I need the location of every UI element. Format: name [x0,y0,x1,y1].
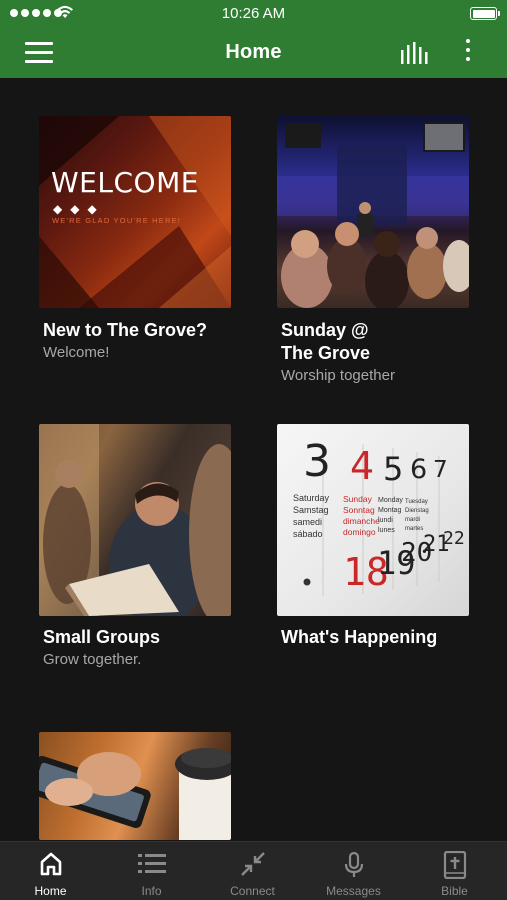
small-groups-photo[interactable] [39,424,231,616]
microphone-icon [344,851,363,877]
welcome-headline: WELCOME [51,166,199,199]
calendar-day-monday: Monday Montag lundi lunes [378,497,403,534]
calendar-number-4: 4 [350,444,375,488]
connect-icon [240,852,265,876]
page-title: Home [225,41,282,63]
calendar-number-3: 3 [303,436,331,487]
tab-label-info: Info [141,884,162,898]
tile-subtitle: Welcome! [43,344,110,361]
more-options-icon[interactable] [462,39,474,67]
audio-bars-icon[interactable] [400,42,430,64]
worship-photo[interactable] [277,116,469,308]
tab-messages[interactable]: Messages [303,842,404,900]
tab-label-connect: Connect [230,884,275,898]
home-screen: 10:26 AM Home WELCOME ◆◆◆ WE'RE GLAD YOU… [0,0,507,900]
calendar-number-22: 22 [443,528,465,549]
home-icon [40,852,61,876]
status-time: 10:26 AM [221,5,286,22]
tab-home[interactable]: Home [0,842,101,900]
calendar-number-7: 7 [433,457,448,483]
tab-bar: Home Info Connect Messages Bible [0,841,507,900]
calendar-number-5: 5 [383,450,404,488]
tile-subtitle: Grow together. [43,651,142,668]
calendar-photo[interactable]: 3 4 5 6 7 Saturday Samstag samedi sábado… [277,424,469,616]
welcome-image[interactable]: WELCOME ◆◆◆ WE'RE GLAD YOU'RE HERE! [39,116,231,308]
battery-icon [470,7,500,20]
tile-subtitle: Worship together [281,367,395,384]
tab-label-home: Home [34,884,67,898]
small-groups-scene [39,424,231,616]
tile-title: New to The Grove? [43,320,208,340]
tile-title: What's Happening [281,627,438,647]
tab-bible[interactable]: Bible [404,842,505,900]
calendar-day-saturday: Saturday Samstag samedi sábado [293,493,330,539]
tab-connect[interactable]: Connect [202,842,303,900]
tab-label-messages: Messages [326,884,381,898]
calendar-number-6: 6 [410,454,428,485]
app-header: Home [0,28,507,78]
calendar-day-sunday: Sunday Sonntag dimanche domingo [343,494,380,537]
worship-scene [277,122,469,308]
coffee-scene [39,748,231,840]
welcome-tagline: WE'RE GLAD YOU'RE HERE! [52,216,182,225]
menu-hamburger-icon[interactable] [25,42,53,64]
tab-label-bible: Bible [441,884,468,898]
tile-title: Small Groups [43,627,161,647]
tab-info[interactable]: Info [101,842,202,900]
welcome-diamonds: ◆◆◆ [53,202,105,216]
status-bar: 10:26 AM [0,0,507,28]
calendar-day-tuesday: Tuesday Dienstag mardi martes [405,499,429,532]
list-icon [137,854,166,873]
bible-icon [443,851,466,879]
tile-title: Sunday @ The Grove [281,320,371,363]
coffee-photo[interactable] [39,732,231,840]
